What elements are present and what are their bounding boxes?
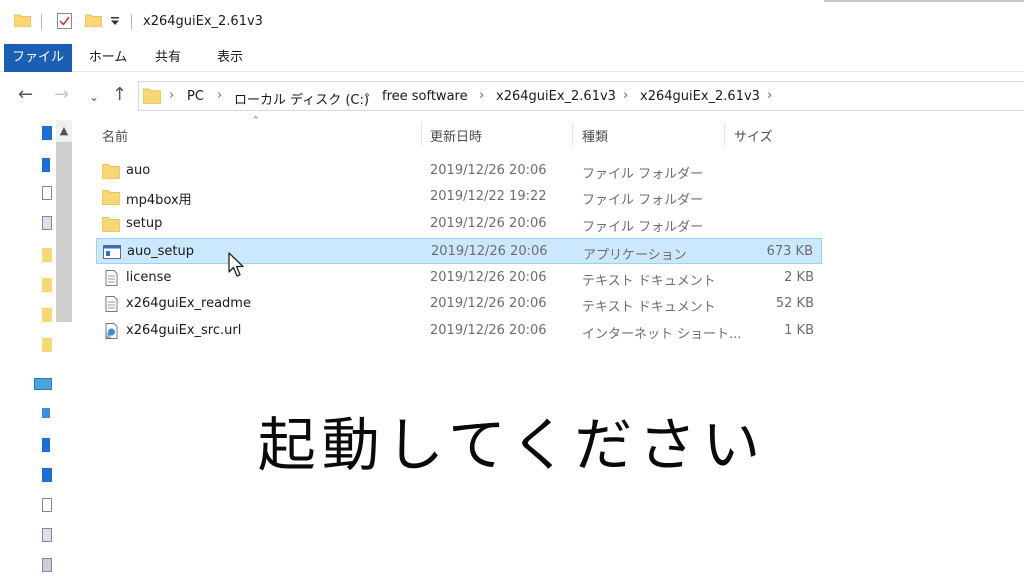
- quick-access-dropdown-icon[interactable]: [110, 17, 120, 27]
- address-field[interactable]: › PC › ローカル ディスク (C:) › free software › …: [138, 81, 1024, 111]
- toolbar-divider: [131, 14, 132, 30]
- folder-icon[interactable]: [42, 278, 52, 292]
- file-type: テキスト ドキュメント: [582, 274, 716, 289]
- quick-access-icon[interactable]: [42, 126, 52, 140]
- text-document-icon: [105, 296, 118, 312]
- sort-ascending-icon: ⌃: [251, 114, 261, 127]
- file-date: 2019/12/22 19:22: [430, 189, 547, 204]
- properties-check-icon[interactable]: [57, 13, 72, 29]
- breadcrumb-local-disk[interactable]: ローカル ディスク (C:): [234, 89, 369, 108]
- folder-icon: [102, 217, 120, 232]
- ribbon-tabs: ファイル ホーム 共有 表示: [0, 44, 1024, 72]
- file-name: setup: [126, 216, 163, 231]
- file-type: ファイル フォルダー: [582, 220, 704, 235]
- tab-share[interactable]: 共有: [148, 44, 188, 72]
- document-icon[interactable]: [42, 186, 52, 200]
- file-row[interactable]: license 2019/12/26 20:06 テキスト ドキュメント 2 K…: [96, 265, 822, 291]
- breadcrumb-chevron-icon[interactable]: ›: [169, 88, 174, 103]
- file-date: 2019/12/26 20:06: [430, 163, 547, 178]
- file-row[interactable]: x264guiEx_readme 2019/12/26 20:06 テキスト ド…: [96, 291, 822, 317]
- file-name: mp4box用: [126, 193, 192, 208]
- new-folder-icon[interactable]: [85, 13, 102, 27]
- picture-icon[interactable]: [42, 528, 52, 542]
- recent-locations-chevron-icon[interactable]: ⌄: [89, 88, 99, 106]
- file-type: テキスト ドキュメント: [582, 300, 716, 315]
- forward-arrow-icon[interactable]: →: [54, 86, 69, 104]
- file-type: インターネット ショート...: [582, 327, 742, 342]
- folder-icon: [143, 88, 161, 104]
- document-icon[interactable]: [42, 498, 52, 512]
- tab-file[interactable]: ファイル: [4, 44, 72, 72]
- file-name: auo: [126, 163, 151, 178]
- text-document-icon: [105, 270, 118, 286]
- file-size: 2 KB: [784, 270, 814, 285]
- download-icon[interactable]: [42, 158, 50, 172]
- folder-icon[interactable]: [14, 13, 31, 27]
- folder-icon[interactable]: [42, 338, 52, 352]
- file-type: ファイル フォルダー: [582, 167, 704, 182]
- file-name: x264guiEx_src.url: [126, 323, 242, 338]
- tab-home[interactable]: ホーム: [82, 44, 134, 72]
- file-row[interactable]: mp4box用 2019/12/22 19:22 ファイル フォルダー: [96, 184, 822, 210]
- window-edge: [824, 0, 1024, 2]
- file-row[interactable]: x264guiEx_src.url 2019/12/26 20:06 インターネ…: [96, 318, 822, 344]
- breadcrumb-x264guiex-current[interactable]: x264guiEx_2.61v3: [640, 89, 760, 104]
- breadcrumb-x264guiex-parent[interactable]: x264guiEx_2.61v3: [496, 89, 616, 104]
- file-name: auo_setup: [127, 244, 195, 259]
- file-type: アプリケーション: [583, 248, 687, 263]
- file-size: 52 KB: [775, 296, 814, 311]
- column-divider[interactable]: [572, 122, 573, 146]
- column-header-date[interactable]: 更新日時: [430, 126, 482, 145]
- up-arrow-icon[interactable]: ↑: [112, 86, 127, 104]
- breadcrumb-chevron-icon[interactable]: ›: [479, 88, 484, 103]
- breadcrumb-chevron-icon[interactable]: ›: [365, 88, 370, 103]
- back-arrow-icon[interactable]: ←: [18, 86, 33, 104]
- file-size: 673 KB: [766, 244, 813, 259]
- video-icon[interactable]: [42, 558, 52, 572]
- internet-shortcut-icon: [105, 323, 118, 339]
- picture-icon[interactable]: [42, 216, 52, 230]
- instruction-caption: 起動してください: [257, 411, 767, 479]
- column-divider[interactable]: [724, 122, 725, 146]
- mouse-cursor-icon: [228, 252, 244, 277]
- title-bar: x264guiEx_2.61v3: [0, 0, 1024, 44]
- toolbar-divider: [41, 14, 42, 30]
- breadcrumb-chevron-icon[interactable]: ›: [767, 88, 772, 103]
- column-header-type[interactable]: 種類: [582, 126, 608, 145]
- this-pc-icon[interactable]: [34, 378, 52, 390]
- breadcrumb-pc[interactable]: PC: [187, 89, 204, 104]
- file-date: 2019/12/26 20:06: [430, 270, 547, 285]
- file-date: 2019/12/26 20:06: [430, 216, 547, 231]
- file-date: 2019/12/26 20:06: [431, 244, 548, 259]
- column-divider[interactable]: [421, 122, 422, 146]
- file-name: license: [126, 270, 172, 285]
- window-title: x264guiEx_2.61v3: [143, 14, 263, 29]
- file-row-selected[interactable]: auo_setup 2019/12/26 20:06 アプリケーション 673 …: [96, 238, 822, 264]
- file-row[interactable]: setup 2019/12/26 20:06 ファイル フォルダー: [96, 211, 822, 237]
- scroll-up-arrow-icon[interactable]: ▲: [56, 120, 72, 142]
- file-row[interactable]: auo 2019/12/26 20:06 ファイル フォルダー: [96, 158, 822, 184]
- file-size: 1 KB: [784, 323, 814, 338]
- column-header-name[interactable]: 名前: [102, 126, 128, 145]
- folder-icon[interactable]: [42, 248, 52, 262]
- navigation-scrollbar-thumb[interactable]: [56, 142, 72, 322]
- folder-icon[interactable]: [42, 308, 52, 322]
- column-header-size[interactable]: サイズ: [734, 126, 773, 145]
- breadcrumb-chevron-icon[interactable]: ›: [217, 88, 222, 103]
- file-date: 2019/12/26 20:06: [430, 296, 547, 311]
- file-name: x264guiEx_readme: [126, 296, 251, 311]
- folder-icon: [102, 190, 120, 205]
- breadcrumb-chevron-icon[interactable]: ›: [623, 88, 628, 103]
- file-date: 2019/12/26 20:06: [430, 323, 547, 338]
- file-type: ファイル フォルダー: [582, 193, 704, 208]
- folder-icon: [102, 164, 120, 179]
- application-icon: [103, 245, 121, 259]
- navigation-pane: ▲: [0, 120, 74, 576]
- breadcrumb-free-software[interactable]: free software: [382, 89, 468, 104]
- tab-view[interactable]: 表示: [210, 44, 250, 72]
